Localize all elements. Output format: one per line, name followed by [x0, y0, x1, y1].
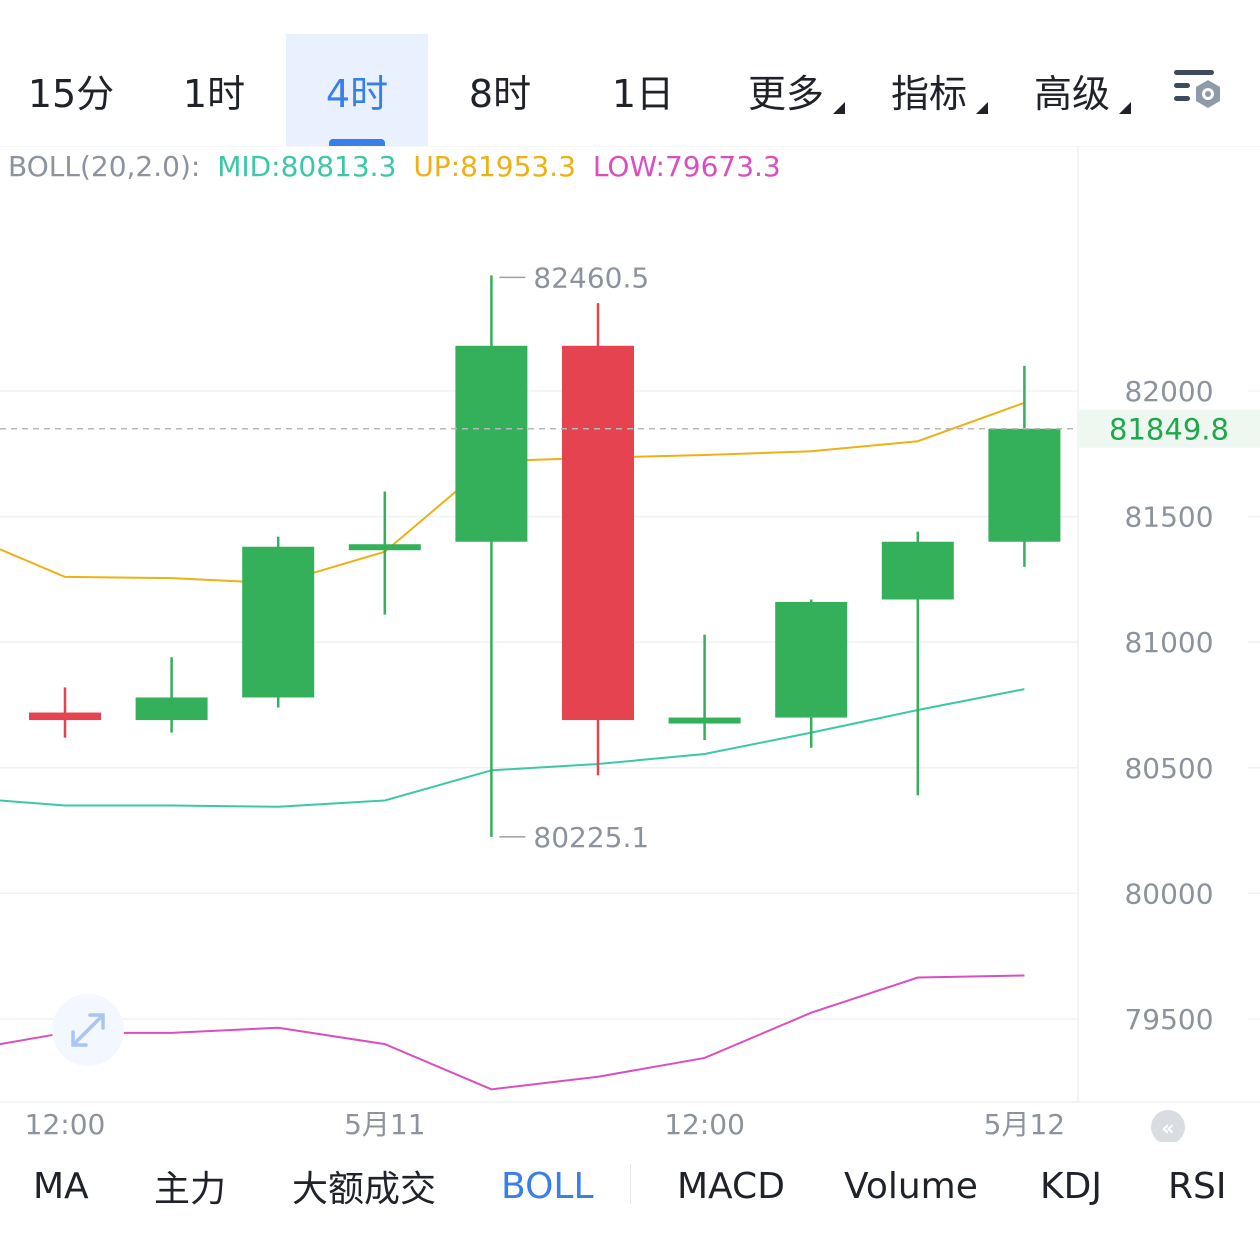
candle-body — [348, 544, 421, 551]
y-tick-label: 79500 — [1124, 1003, 1213, 1036]
dropdown-caret-icon — [1119, 102, 1131, 114]
candle — [135, 657, 208, 733]
indicator-tab-boll[interactable]: BOLL — [501, 1142, 594, 1230]
dropdown-caret-icon — [976, 102, 988, 114]
timeframe-tab-label: 1日 — [611, 71, 675, 116]
timeframe-tab-label: 高级 — [1033, 71, 1110, 116]
indicator-tab-volume[interactable]: Volume — [844, 1142, 978, 1230]
candle — [775, 599, 848, 748]
timeframe-tab-7[interactable]: 高级 — [1001, 34, 1143, 146]
timeframe-tab-0[interactable]: 15分 — [0, 34, 142, 146]
timeframe-tab-label: 指标 — [890, 71, 967, 116]
timeframe-bar: 15分 1时 4时 8时 1日 更多 指标 高级 — [0, 0, 1260, 146]
chart-settings-icon[interactable] — [1170, 66, 1230, 114]
indicator-tab-主力[interactable]: 主力 — [154, 1142, 226, 1230]
x-tick-label: 5月11 — [344, 1108, 425, 1141]
expand-chart-button[interactable] — [52, 994, 124, 1066]
indicator-tab-macd[interactable]: MACD — [677, 1142, 785, 1230]
candle — [348, 491, 421, 615]
low-price-marker-label: 80225.1 — [533, 821, 649, 854]
timeframe-tab-label: 4时 — [325, 71, 389, 116]
candle-body — [881, 541, 954, 600]
candle — [881, 531, 954, 796]
timeframe-tab-label: 8时 — [468, 71, 532, 116]
boll-legend-up: UP:81953.3 — [413, 150, 576, 183]
boll-legend-name: BOLL(20,2.0): — [8, 150, 200, 183]
candle-body — [988, 428, 1061, 542]
indicator-divider — [630, 1164, 631, 1204]
candle — [455, 275, 528, 837]
timeframe-tab-5[interactable]: 更多 — [715, 34, 857, 146]
y-tick-label: 80500 — [1124, 752, 1213, 785]
x-tick-label: 12:00 — [25, 1108, 106, 1141]
indicator-bar: MA 主力 大额成交 BOLL MACD Volume KDJ RSI — [0, 1142, 1260, 1241]
candle-body — [29, 712, 101, 721]
y-tick-label: 82000 — [1124, 375, 1213, 408]
scroll-to-latest-button[interactable]: « — [1151, 1110, 1185, 1142]
timeframe-tab-3[interactable]: 8时 — [429, 34, 571, 146]
candle-body — [242, 546, 315, 698]
boll-legend-mid: MID:80813.3 — [217, 150, 396, 183]
candle — [988, 365, 1061, 567]
timeframe-tab-4[interactable]: 1日 — [572, 34, 714, 146]
chevrons-left-icon: « — [1162, 1116, 1175, 1140]
timeframe-tab-1[interactable]: 1时 — [143, 34, 285, 146]
candle-body — [135, 697, 208, 721]
candle-body — [668, 717, 741, 724]
timeframe-tab-label: 更多 — [747, 71, 824, 116]
y-tick-label: 81000 — [1124, 626, 1213, 659]
timeframe-tab-2[interactable]: 4时 — [286, 34, 428, 146]
candle — [242, 536, 315, 708]
candle-body — [775, 602, 848, 718]
y-tick-label: 80000 — [1124, 877, 1213, 910]
candle — [668, 634, 741, 741]
boll-legend: BOLL(20,2.0): MID:80813.3 UP:81953.3 LOW… — [8, 150, 781, 183]
indicator-tab-kdj[interactable]: KDJ — [1040, 1142, 1102, 1230]
last-price-label: 81849.8 — [1109, 413, 1229, 447]
x-tick-label: 5月12 — [984, 1108, 1065, 1141]
high-price-marker-label: 82460.5 — [533, 261, 649, 294]
candles — [29, 275, 1061, 837]
timeframe-tab-label: 1时 — [182, 71, 246, 116]
indicator-tab-ma[interactable]: MA — [33, 1142, 89, 1230]
boll-line-low — [0, 974, 1025, 1091]
indicator-tab-大额成交[interactable]: 大额成交 — [292, 1142, 436, 1230]
candle — [562, 303, 634, 776]
candle-body — [455, 345, 528, 542]
dropdown-caret-icon — [833, 102, 845, 114]
timeframe-tab-6[interactable]: 指标 — [858, 34, 1000, 146]
indicator-tab-rsi[interactable]: RSI — [1168, 1142, 1226, 1230]
candlestick-chart[interactable]: 81849.8 82460.5 80225.1 82000 81500 81000 805… — [0, 146, 1260, 1142]
candle — [29, 687, 101, 738]
timeframe-tab-label: 15分 — [27, 71, 115, 116]
y-tick-label: 81500 — [1124, 501, 1213, 534]
boll-legend-low: LOW:79673.3 — [593, 150, 781, 183]
x-tick-label: 12:00 — [664, 1108, 745, 1141]
candle-body — [562, 345, 634, 721]
